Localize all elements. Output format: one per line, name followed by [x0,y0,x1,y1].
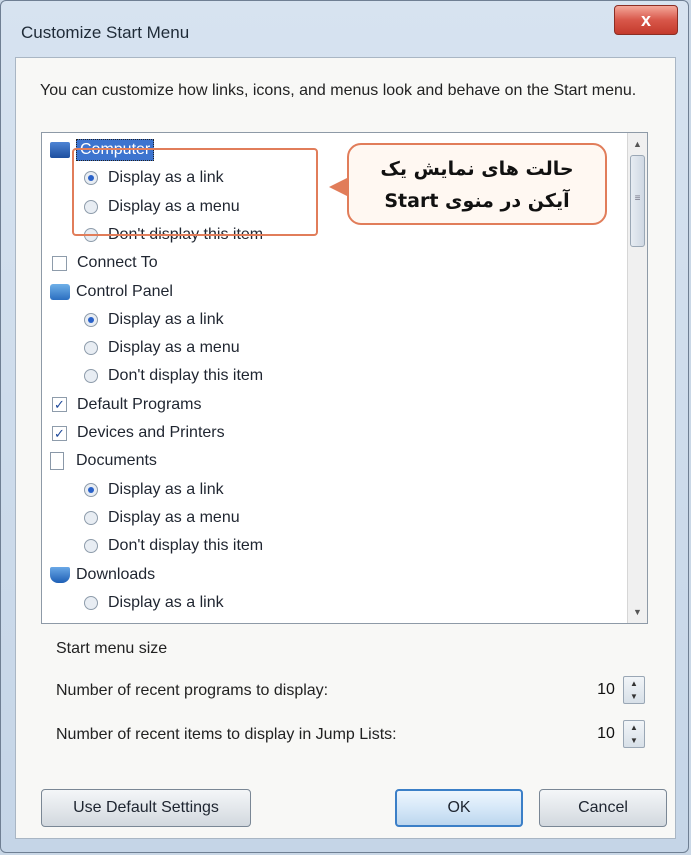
window-title: Customize Start Menu [21,23,190,42]
documents-icon [50,452,64,471]
list-group-header: Downloads [50,562,155,588]
list-item-label: Connect To [77,254,158,272]
radio-option[interactable]: Don't display this item [84,363,263,389]
use-default-settings-button[interactable]: Use Default Settings [41,789,251,827]
list-item-label: Default Programs [77,395,202,413]
close-button[interactable]: x [614,5,678,35]
control-panel-icon [50,283,70,300]
cancel-button[interactable]: Cancel [539,789,667,827]
list-item-label: Don't display this item [108,537,264,555]
checkbox-checked-icon[interactable]: ✓ [52,425,67,441]
checkbox-checked-icon[interactable]: ✓ [52,397,67,413]
radio-empty-icon[interactable] [84,369,98,384]
list-item-label: Documents [76,452,157,470]
scroll-down-icon[interactable]: ▼ [628,603,647,621]
radio-empty-icon[interactable] [84,341,98,356]
title-bar: Customize Start Menu x [1,1,688,57]
radio-empty-icon[interactable] [84,539,98,554]
jump-list-value[interactable]: 10 [589,722,623,746]
radio-empty-icon[interactable] [84,510,98,525]
list-item-label: Display as a menu [108,508,240,526]
radio-option[interactable]: Display as a link [84,307,224,333]
dialog-content: You can customize how links, icons, and … [15,57,676,839]
list-group-header: Documents [50,448,157,474]
recent-programs-spinner[interactable]: 10 ▲ ▼ [589,676,653,704]
list-item-label: Display as a link [108,480,224,498]
checkbox-unchecked-icon[interactable] [52,255,67,271]
list-item-label: Display as a link [108,593,224,611]
radio-option[interactable]: Display as a link [84,477,224,503]
downloads-icon [50,566,70,583]
callout-tail [329,178,347,196]
jump-list-spinner[interactable]: 10 ▲ ▼ [589,720,653,748]
list-item-label: Display as a menu [108,339,240,357]
radio-selected-icon[interactable] [84,482,98,497]
start-menu-items-list[interactable]: Computer Display as a link Display as a me… [41,132,648,624]
recent-programs-value[interactable]: 10 [589,678,623,702]
checkbox-option[interactable]: Connect To [52,250,158,276]
scroll-up-icon[interactable]: ▲ [628,135,647,153]
radio-option[interactable]: Display as a menu [84,505,240,531]
start-menu-size-label: Start menu size [56,640,168,657]
list-item-label: Control Panel [76,282,173,300]
description-text: You can customize how links, icons, and … [40,82,637,99]
customize-start-menu-window: Customize Start Menu x You can customize… [0,0,689,853]
ok-button[interactable]: OK [395,789,523,827]
list-item-label: Downloads [76,565,156,583]
checkbox-option[interactable]: ✓ Default Programs [52,392,202,418]
radio-selected-icon[interactable] [84,312,98,327]
list-item-label: Display as a link [108,310,224,328]
vertical-scrollbar[interactable]: ▲ ≡ ▼ [627,133,647,623]
radio-option[interactable]: Display as a menu [84,335,240,361]
computer-icon [50,142,70,158]
scroll-thumb[interactable]: ≡ [630,155,645,247]
list-item-label: Don't display this item [108,367,264,385]
list-item-label: Devices and Printers [77,424,225,441]
close-icon: x [640,9,651,30]
checkbox-option[interactable]: ✓ Devices and Printers [52,420,225,446]
radio-option[interactable]: Don't display this item [84,533,263,559]
recent-programs-label: Number of recent programs to display: [56,682,329,699]
radio-option[interactable]: Display as a link [84,590,224,616]
callout-line-2: آیکن در منوی Start [384,190,570,212]
list-group-header: Control Panel [50,279,173,305]
radio-empty-icon[interactable] [84,595,98,610]
spinner-arrows-icon[interactable]: ▲ ▼ [623,676,645,704]
callout-line-1: حالت های نمایش یک [380,158,574,180]
spinner-arrows-icon[interactable]: ▲ ▼ [623,720,645,748]
highlight-annotation-box [72,148,318,236]
annotation-callout: حالت های نمایش یک آیکن در منوی Start [347,143,607,225]
jump-list-items-label: Number of recent items to display in Jum… [56,726,397,743]
